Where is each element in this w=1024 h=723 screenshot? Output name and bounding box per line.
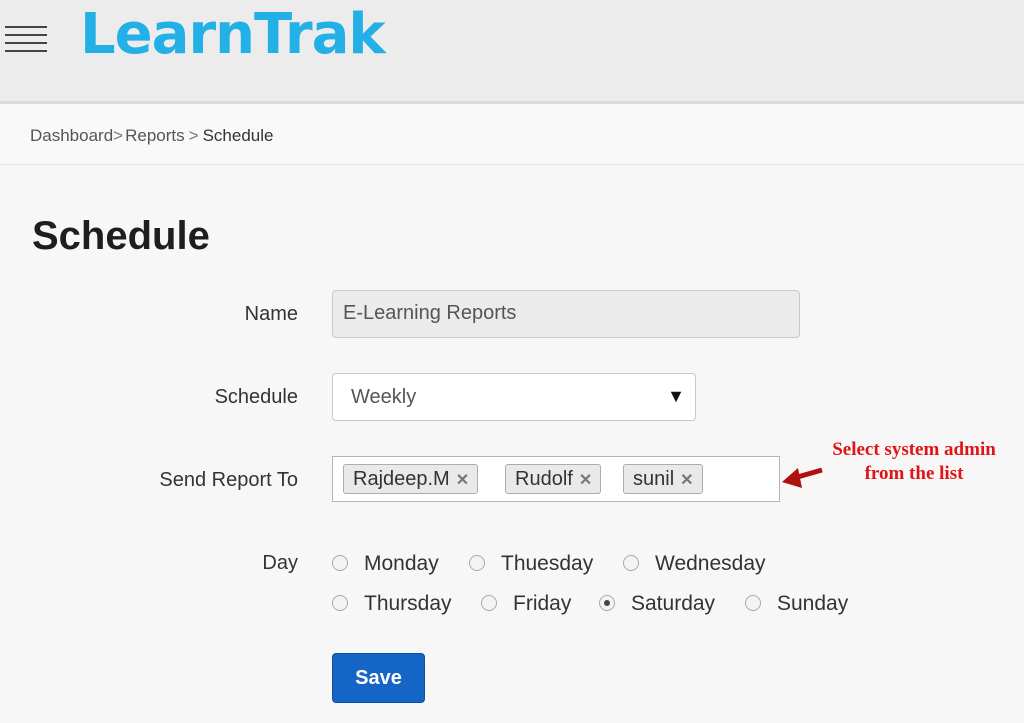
breadcrumb-bar: Dashboard> Reports > Schedule [0,104,1024,165]
schedule-selected-value: Weekly [351,386,417,408]
recipient-tag[interactable]: Rudolf ✕ [505,464,602,494]
recipient-tag-label: sunil [633,468,675,490]
radio-checked-icon[interactable] [599,595,615,611]
top-bar: LearnTrak [0,0,1024,104]
recipient-tag-label: Rudolf [515,468,573,490]
radio-circle-icon[interactable] [481,595,497,611]
day-option-label: Monday [364,552,439,575]
name-label: Name [244,303,298,325]
day-radio-thursday[interactable]: Thursday [332,592,452,616]
breadcrumb-separator: > [113,126,124,145]
remove-tag-icon[interactable]: ✕ [450,472,469,489]
dropdown-caret-icon: ▼ [667,386,685,406]
breadcrumb-separator: > [188,126,199,145]
radio-circle-icon[interactable] [469,555,485,571]
save-button[interactable]: Save [332,653,425,703]
day-radio-saturday[interactable]: Saturday [599,592,715,616]
day-radio-thuesday[interactable]: Thuesday [469,552,593,576]
recipient-tag-label: Rajdeep.M [353,468,450,490]
day-radio-sunday[interactable]: Sunday [745,592,848,616]
remove-tag-icon[interactable]: ✕ [674,472,693,489]
annotation-line-2: from the list [864,463,964,484]
day-option-label: Wednesday [655,552,766,575]
schedule-label: Schedule [214,386,298,408]
day-radio-wednesday[interactable]: Wednesday [623,552,766,576]
recipient-tag[interactable]: sunil ✕ [623,464,703,494]
radio-circle-icon[interactable] [745,595,761,611]
radio-circle-icon[interactable] [623,555,639,571]
day-option-label: Thuesday [501,552,594,575]
recipients-input[interactable]: Rajdeep.M ✕ Rudolf ✕ sunil ✕ [332,456,780,502]
radio-circle-icon[interactable] [332,595,348,611]
annotation-line-1: Select system admin [832,439,996,460]
day-radio-monday[interactable]: Monday [332,552,439,576]
page-title: Schedule [32,214,210,258]
breadcrumb-dashboard[interactable]: Dashboard [30,126,113,145]
radio-circle-icon[interactable] [332,555,348,571]
recipient-tag[interactable]: Rajdeep.M ✕ [343,464,479,494]
day-option-label: Friday [513,592,572,615]
schedule-select[interactable]: Weekly ▼ [332,373,696,421]
day-option-label: Thursday [364,592,452,615]
remove-tag-icon[interactable]: ✕ [573,472,592,489]
breadcrumb-reports[interactable]: Reports [125,126,185,145]
breadcrumb-schedule: Schedule [202,126,274,145]
day-option-label: Saturday [631,592,716,615]
name-field[interactable]: E-Learning Reports [332,290,800,338]
day-label: Day [262,552,298,574]
day-option-label: Sunday [777,592,849,615]
send-report-to-label: Send Report To [159,469,298,491]
annotation-note: Select system admin from the list [800,438,1024,486]
day-radio-friday[interactable]: Friday [481,592,571,616]
app-logo[interactable]: LearnTrak [80,0,386,70]
breadcrumb: Dashboard> Reports > Schedule [30,126,273,146]
hamburger-menu-icon[interactable] [5,24,47,52]
